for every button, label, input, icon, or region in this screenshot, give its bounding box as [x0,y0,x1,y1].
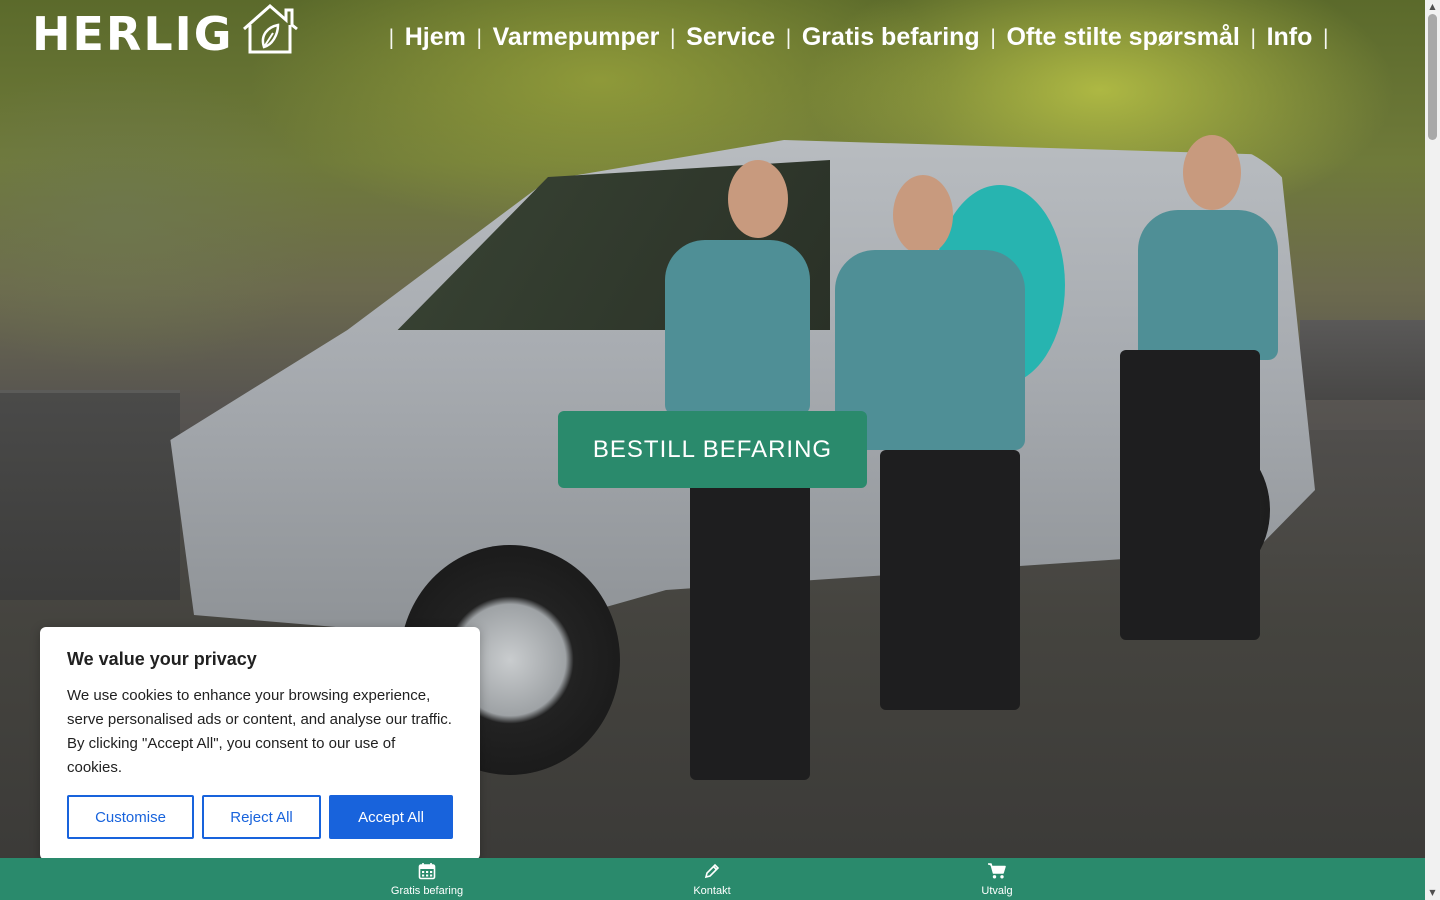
nav-separator: | [785,25,792,49]
site-logo[interactable]: HERLIG [32,3,300,61]
nav-separator: | [989,25,997,49]
nav-separator: | [1249,25,1257,49]
scroll-down-icon[interactable]: ▼ [1425,886,1440,900]
bottom-item-utvalg[interactable]: Utvalg [942,862,1052,897]
customise-button[interactable]: Customise [67,795,194,839]
nav-item-hjem[interactable]: Hjem [405,23,466,52]
nav-item-service[interactable]: Service [686,23,775,52]
nav-separator: | [388,25,395,49]
accept-all-button[interactable]: Accept All [329,795,453,839]
bestill-befaring-button[interactable]: BESTILL BEFARING [558,411,867,488]
bottom-item-label: Utvalg [981,885,1013,897]
bottom-item-gratis-befaring[interactable]: Gratis befaring [372,862,482,897]
bottom-item-kontakt[interactable]: Kontakt [657,862,767,897]
site-logo-text: HERLIG [32,7,234,61]
bottom-item-label: Gratis befaring [390,885,464,897]
nav-item-varmepumper[interactable]: Varmepumper [493,23,660,52]
nav-item-ofte-stilte-sporsmal[interactable]: Ofte stilte spørsmål [1006,23,1239,52]
bottom-item-label: Kontakt [693,885,731,897]
cookie-body: We use cookies to enhance your browsing … [67,687,452,776]
hero-stone-wall [0,390,180,600]
cookie-buttons: Customise Reject All Accept All [67,795,453,839]
scroll-up-icon[interactable]: ▲ [1425,0,1440,14]
main-nav: | Hjem | Varmepumper | Service | Gratis … [378,18,1339,56]
nav-item-gratis-befaring[interactable]: Gratis befaring [802,23,980,52]
nav-separator: | [1322,25,1330,49]
page-scrollbar[interactable]: ▲ ▼ [1425,0,1440,900]
pencil-icon [657,862,767,882]
hero-stone-wall-right [1300,320,1425,400]
bottom-action-bar: Gratis befaring Kontakt Utvalg [0,858,1425,900]
nav-separator: | [669,25,677,49]
cookie-title: We value your privacy [67,649,257,669]
nav-item-info[interactable]: Info [1267,23,1313,52]
cookie-consent-dialog: We value your privacy We use cookies to … [40,627,480,860]
cart-icon [942,862,1052,882]
house-leaf-icon [240,3,300,66]
scrollbar-thumb[interactable] [1428,14,1437,140]
reject-all-button[interactable]: Reject All [202,795,321,839]
calendar-icon [372,862,482,882]
nav-separator: | [475,25,483,49]
